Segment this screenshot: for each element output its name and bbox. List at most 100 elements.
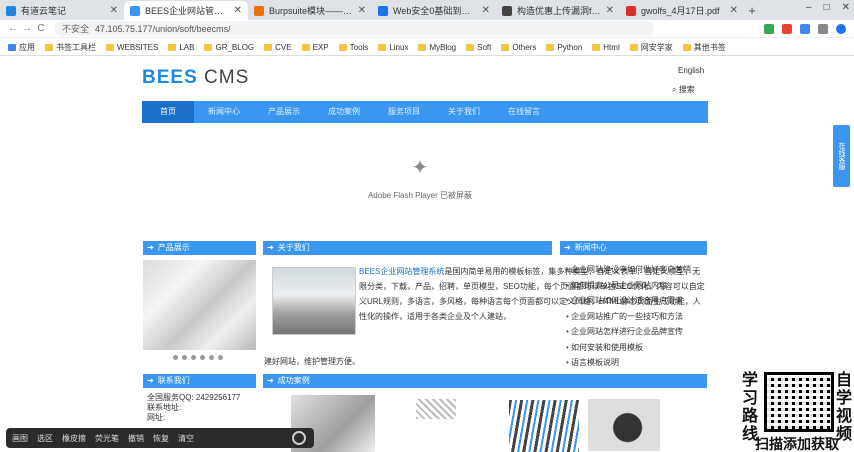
back-button[interactable]: ← [6, 23, 20, 34]
bookmark-folder[interactable]: WEBSITES [106, 43, 158, 52]
close-icon[interactable]: ✕ [482, 5, 490, 16]
product-slideshow-image[interactable] [143, 260, 256, 350]
online-service-tab[interactable]: 在线客服 [833, 125, 850, 187]
about-image [272, 267, 356, 335]
close-window-button[interactable]: ✕ [842, 2, 850, 13]
bookmark-folder[interactable]: Html [592, 43, 620, 52]
bookmark-other[interactable]: 其他书签 [682, 42, 726, 53]
section-header-about[interactable]: ➜ 关于我们 [263, 241, 552, 255]
close-icon[interactable]: ✕ [606, 5, 614, 16]
bookmark-folder[interactable]: Soft [466, 43, 491, 52]
toolbar-eraser-button[interactable]: 橡皮擦 [62, 433, 86, 444]
language-link[interactable]: English [678, 66, 704, 75]
slide-dot[interactable] [209, 355, 214, 360]
case-image[interactable] [588, 399, 660, 451]
security-warning[interactable]: 不安全 [62, 22, 89, 35]
new-tab-button[interactable]: + [744, 1, 760, 20]
arrow-right-icon: ➜ [147, 376, 154, 385]
bookmark-folder[interactable]: CVE [264, 43, 292, 52]
close-icon[interactable]: ✕ [730, 5, 738, 16]
youdao-favicon-icon [6, 5, 16, 16]
toolbar-redo-button[interactable]: 恢复 [153, 433, 169, 444]
bookmark-folder[interactable]: LAB [168, 43, 194, 52]
bookmark-folder[interactable]: Python [546, 43, 582, 52]
flash-placeholder[interactable]: ✦ Adobe Flash Player 已被屏蔽 [360, 155, 480, 201]
folder-icon [106, 43, 114, 51]
browser-tab[interactable]: 构造优惠上传漏洞fuzz ✕ [496, 1, 620, 20]
close-icon[interactable]: ✕ [234, 5, 242, 16]
extension-icon[interactable] [818, 23, 828, 34]
slide-dot[interactable] [173, 355, 178, 360]
nav-item-news[interactable]: 新闻中心 [194, 101, 254, 123]
shield-favicon-icon [378, 5, 388, 16]
nav-item-home[interactable]: 首页 [142, 101, 194, 123]
slide-dot[interactable] [218, 355, 223, 360]
extension-icon[interactable] [782, 23, 792, 34]
minimize-button[interactable]: – [806, 2, 812, 13]
burp-favicon-icon [254, 5, 264, 16]
bookmark-folder[interactable]: Tools [338, 43, 368, 52]
power-icon[interactable] [292, 431, 306, 445]
news-item[interactable]: 企业网站如何设计适合用户需求 [566, 293, 691, 309]
bookmark-folder[interactable]: 书签工具栏 [45, 42, 96, 53]
section-header-products[interactable]: ➜ 产品展示 [143, 241, 256, 255]
reload-button[interactable]: C [34, 23, 48, 34]
news-item[interactable]: 企业网站推广的一些技巧和方法 [566, 309, 691, 325]
profile-icon[interactable] [836, 23, 846, 34]
slide-dot[interactable] [200, 355, 205, 360]
browser-tab[interactable]: gwolfs_4月17日.pdf ✕ [620, 1, 744, 20]
bookmark-folder[interactable]: Linux [378, 43, 408, 52]
maximize-button[interactable]: □ [824, 2, 830, 13]
case-image[interactable] [416, 399, 456, 419]
bookmark-folder[interactable]: EXP [301, 43, 329, 52]
toolbar-select-button[interactable]: 选区 [37, 433, 53, 444]
news-item[interactable]: 企业网站怎样进行企业品牌宣传 [566, 324, 691, 340]
case-image[interactable] [509, 400, 579, 452]
slideshow-dots [173, 355, 223, 360]
url-text: 47.105.75.177/union/soft/beecms/ [95, 23, 231, 34]
toolbar-clear-button[interactable]: 清空 [178, 433, 194, 444]
news-item[interactable]: 如何安装和使用模板 [566, 340, 691, 356]
browser-tab[interactable]: Web安全0基础到精通 ✕ [372, 1, 496, 20]
slide-dot[interactable] [182, 355, 187, 360]
bookmark-folder[interactable]: MyBlog [418, 43, 456, 52]
extension-icon[interactable] [764, 23, 774, 34]
toolbar-undo-button[interactable]: 撤销 [128, 433, 144, 444]
bookmark-apps[interactable]: 应用 [8, 42, 35, 53]
folder-icon [546, 43, 555, 51]
annotation-toolbar: 画图 选区 橡皮擦 荧光笔 撤销 恢复 清空 [6, 428, 314, 448]
section-header-news[interactable]: ➜ 新闻中心 [560, 241, 707, 255]
news-item[interactable]: 语言模板说明 [566, 355, 691, 371]
contact-website: 网址: [147, 413, 166, 422]
nav-item-cases[interactable]: 成功案例 [314, 101, 374, 123]
extension-icon[interactable] [800, 23, 810, 34]
arrow-right-icon: ➜ [147, 243, 154, 252]
search-link[interactable]: ⌕ 搜索 [672, 84, 695, 95]
news-item[interactable]: 企业网站建设中如何做好客户营销 [566, 262, 691, 278]
forward-button[interactable]: → [20, 23, 34, 34]
bookmark-folder[interactable]: 网安学家 [629, 42, 673, 53]
news-item[interactable]: 如何提高公司企业网站内容 [566, 278, 691, 294]
nav-item-products[interactable]: 产品展示 [254, 101, 314, 123]
folder-icon [168, 43, 177, 51]
browser-tab[interactable]: Burpsuite模块——Intr ✕ [248, 1, 372, 20]
close-icon[interactable]: ✕ [110, 5, 118, 16]
nav-item-about[interactable]: 关于我们 [434, 101, 494, 123]
toolbar-draw-button[interactable]: 画图 [12, 433, 28, 444]
section-title: 成功案例 [277, 376, 310, 385]
section-header-cases[interactable]: ➜ 成功案例 [263, 374, 707, 388]
bookmark-folder[interactable]: GR_BLOG [204, 43, 254, 52]
browser-tab[interactable]: 有道云笔记 ✕ [0, 1, 124, 20]
url-input[interactable]: 不安全 47.105.75.177/union/soft/beecms/ [54, 21, 654, 36]
toolbar-highlighter-button[interactable]: 荧光笔 [95, 433, 119, 444]
section-header-contact[interactable]: ➜ 联系我们 [143, 374, 256, 388]
site-logo[interactable]: BEES CMS [142, 67, 249, 89]
contact-info: 全国服务QQ: 2429256177 联系地址: 网址: [147, 393, 240, 423]
bookmark-folder[interactable]: Others [501, 43, 536, 52]
nav-item-message[interactable]: 在线留言 [494, 101, 554, 123]
slide-dot[interactable] [191, 355, 196, 360]
browser-tab-active[interactable]: BEES企业网站管理系统 ✕ [124, 1, 248, 20]
close-icon[interactable]: ✕ [358, 5, 366, 16]
about-title[interactable]: BEES企业网站管理系统 [359, 267, 444, 276]
nav-item-services[interactable]: 服务项目 [374, 101, 434, 123]
